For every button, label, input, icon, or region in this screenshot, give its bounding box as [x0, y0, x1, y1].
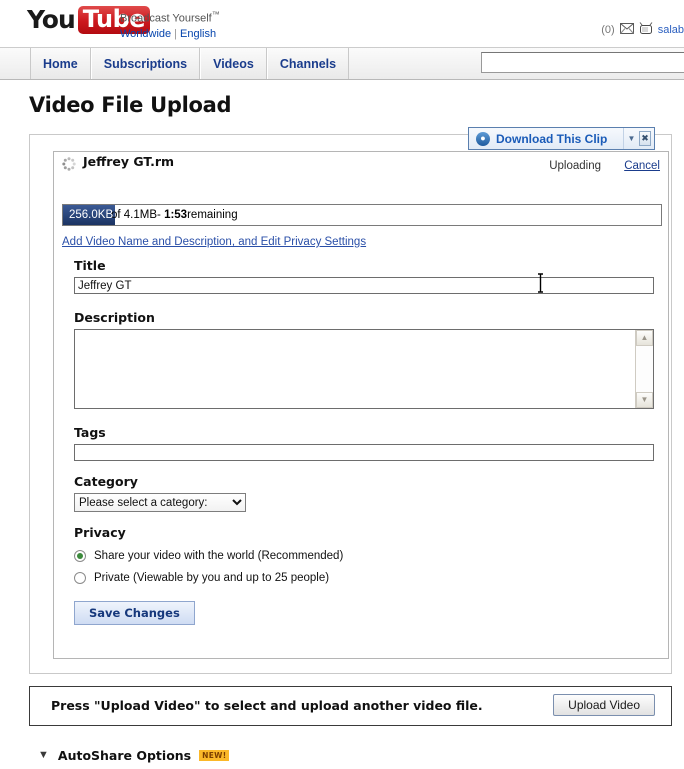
- tagline-block: Broadcast Yourself™ Worldwide | English: [120, 7, 220, 42]
- upload-progress-bar: of 4.1MB- 1:53remaining 256.0KB: [62, 204, 662, 226]
- category-label: Category: [74, 474, 138, 489]
- upload-panel: Jeffrey GT.rm Uploading Cancel of 4.1MB-…: [53, 151, 669, 659]
- nav-tab-subscriptions[interactable]: Subscriptions: [90, 48, 201, 79]
- triangle-down-icon[interactable]: ▼: [38, 750, 49, 761]
- progress-rest-suffix: remaining: [187, 209, 238, 221]
- envelope-icon[interactable]: [619, 23, 634, 37]
- progress-rest-prefix: of 4.1MB-: [111, 209, 165, 221]
- upload-progress-remaining-text: of 4.1MB- 1:53remaining: [111, 209, 238, 221]
- download-clip-label[interactable]: Download This Clip: [496, 132, 623, 146]
- cancel-upload-link[interactable]: Cancel: [624, 160, 660, 172]
- title-label: Title: [74, 258, 106, 273]
- nav-tab-videos[interactable]: Videos: [200, 48, 267, 79]
- tagline-text: Broadcast Yourself™: [120, 7, 220, 27]
- link-separator: |: [174, 27, 178, 40]
- upload-content-box: Jeffrey GT.rm Uploading Cancel of 4.1MB-…: [29, 134, 672, 674]
- radio-selected-dot: [77, 553, 83, 559]
- autoshare-options-label: AutoShare Options: [57, 748, 192, 763]
- upload-another-message: Press "Upload Video" to select and uploa…: [51, 698, 483, 713]
- logo-you-text: You: [27, 5, 76, 34]
- broadcast-yourself-text: Broadcast Yourself: [120, 12, 212, 25]
- privacy-private-label: Private (Viewable by you and up to 25 pe…: [94, 572, 330, 584]
- description-box: ▲ ▼: [74, 329, 654, 409]
- video-details-form: Title Description ▲ ▼ Tags Category Plea…: [54, 258, 668, 625]
- scroll-down-icon[interactable]: ▼: [636, 392, 653, 408]
- page-title: Video File Upload: [29, 93, 232, 117]
- masthead: You Tube Broadcast Yourself™ Worldwide | E…: [0, 0, 684, 48]
- nav-tab-channels[interactable]: Channels: [266, 48, 350, 79]
- search-input[interactable]: [481, 52, 684, 73]
- tags-label: Tags: [74, 425, 106, 440]
- upload-header: Jeffrey GT.rm Uploading Cancel: [54, 152, 668, 182]
- username-link[interactable]: salab: [658, 24, 684, 36]
- upload-video-button[interactable]: Upload Video: [553, 694, 655, 716]
- upload-status-text: Uploading: [549, 160, 601, 172]
- loading-spinner-icon: [62, 157, 76, 171]
- navigation-bar: Home Subscriptions Videos Channels: [0, 48, 684, 80]
- region-link[interactable]: Worldwide: [120, 28, 171, 40]
- privacy-label: Privacy: [74, 525, 126, 540]
- chevron-down-icon[interactable]: ▼: [623, 128, 639, 149]
- region-language-links: Worldwide | English: [120, 27, 220, 42]
- radio-public[interactable]: [74, 550, 86, 562]
- new-badge: NEW!: [199, 750, 230, 761]
- tv-icon[interactable]: [639, 22, 653, 38]
- close-icon[interactable]: ✖: [639, 128, 654, 149]
- autoshare-options-toggle[interactable]: ▼ AutoShare Options NEW!: [38, 748, 230, 763]
- edit-video-details-link[interactable]: Add Video Name and Description, and Edit…: [62, 236, 366, 248]
- upload-another-bar: Press "Upload Video" to select and uploa…: [29, 686, 672, 726]
- tags-input[interactable]: [74, 444, 654, 461]
- text-cursor-ibeam: [537, 273, 544, 293]
- progress-time-remaining: 1:53: [164, 209, 188, 221]
- nav-tabs: Home Subscriptions Videos Channels: [30, 48, 350, 79]
- language-link[interactable]: English: [180, 28, 216, 40]
- privacy-option-public[interactable]: Share your video with the world (Recomme…: [74, 550, 668, 562]
- message-count: (0): [601, 24, 615, 36]
- search-box-wrap: [481, 52, 684, 73]
- title-input[interactable]: [74, 277, 654, 294]
- description-scrollbar[interactable]: ▲ ▼: [635, 330, 653, 408]
- scroll-up-icon[interactable]: ▲: [636, 330, 653, 346]
- privacy-option-private[interactable]: Private (Viewable by you and up to 25 pe…: [74, 572, 668, 584]
- description-label: Description: [74, 310, 155, 325]
- trademark-symbol: ™: [211, 10, 220, 19]
- download-clip-popup[interactable]: ● Download This Clip ▼ ✖: [468, 127, 655, 150]
- save-changes-button[interactable]: Save Changes: [74, 601, 195, 625]
- uploading-file-name: Jeffrey GT.rm: [83, 154, 175, 169]
- privacy-public-label: Share your video with the world (Recomme…: [94, 550, 344, 562]
- description-textarea[interactable]: [75, 330, 637, 408]
- category-select[interactable]: Please select a category:: [74, 493, 246, 512]
- nav-tab-home[interactable]: Home: [30, 48, 91, 79]
- radio-private[interactable]: [74, 572, 86, 584]
- download-clip-icon: ●: [476, 131, 490, 146]
- upload-progress-uploaded-text: 256.0KB: [69, 209, 114, 221]
- account-strip: (0) salab: [601, 22, 684, 38]
- scroll-track[interactable]: [636, 346, 653, 392]
